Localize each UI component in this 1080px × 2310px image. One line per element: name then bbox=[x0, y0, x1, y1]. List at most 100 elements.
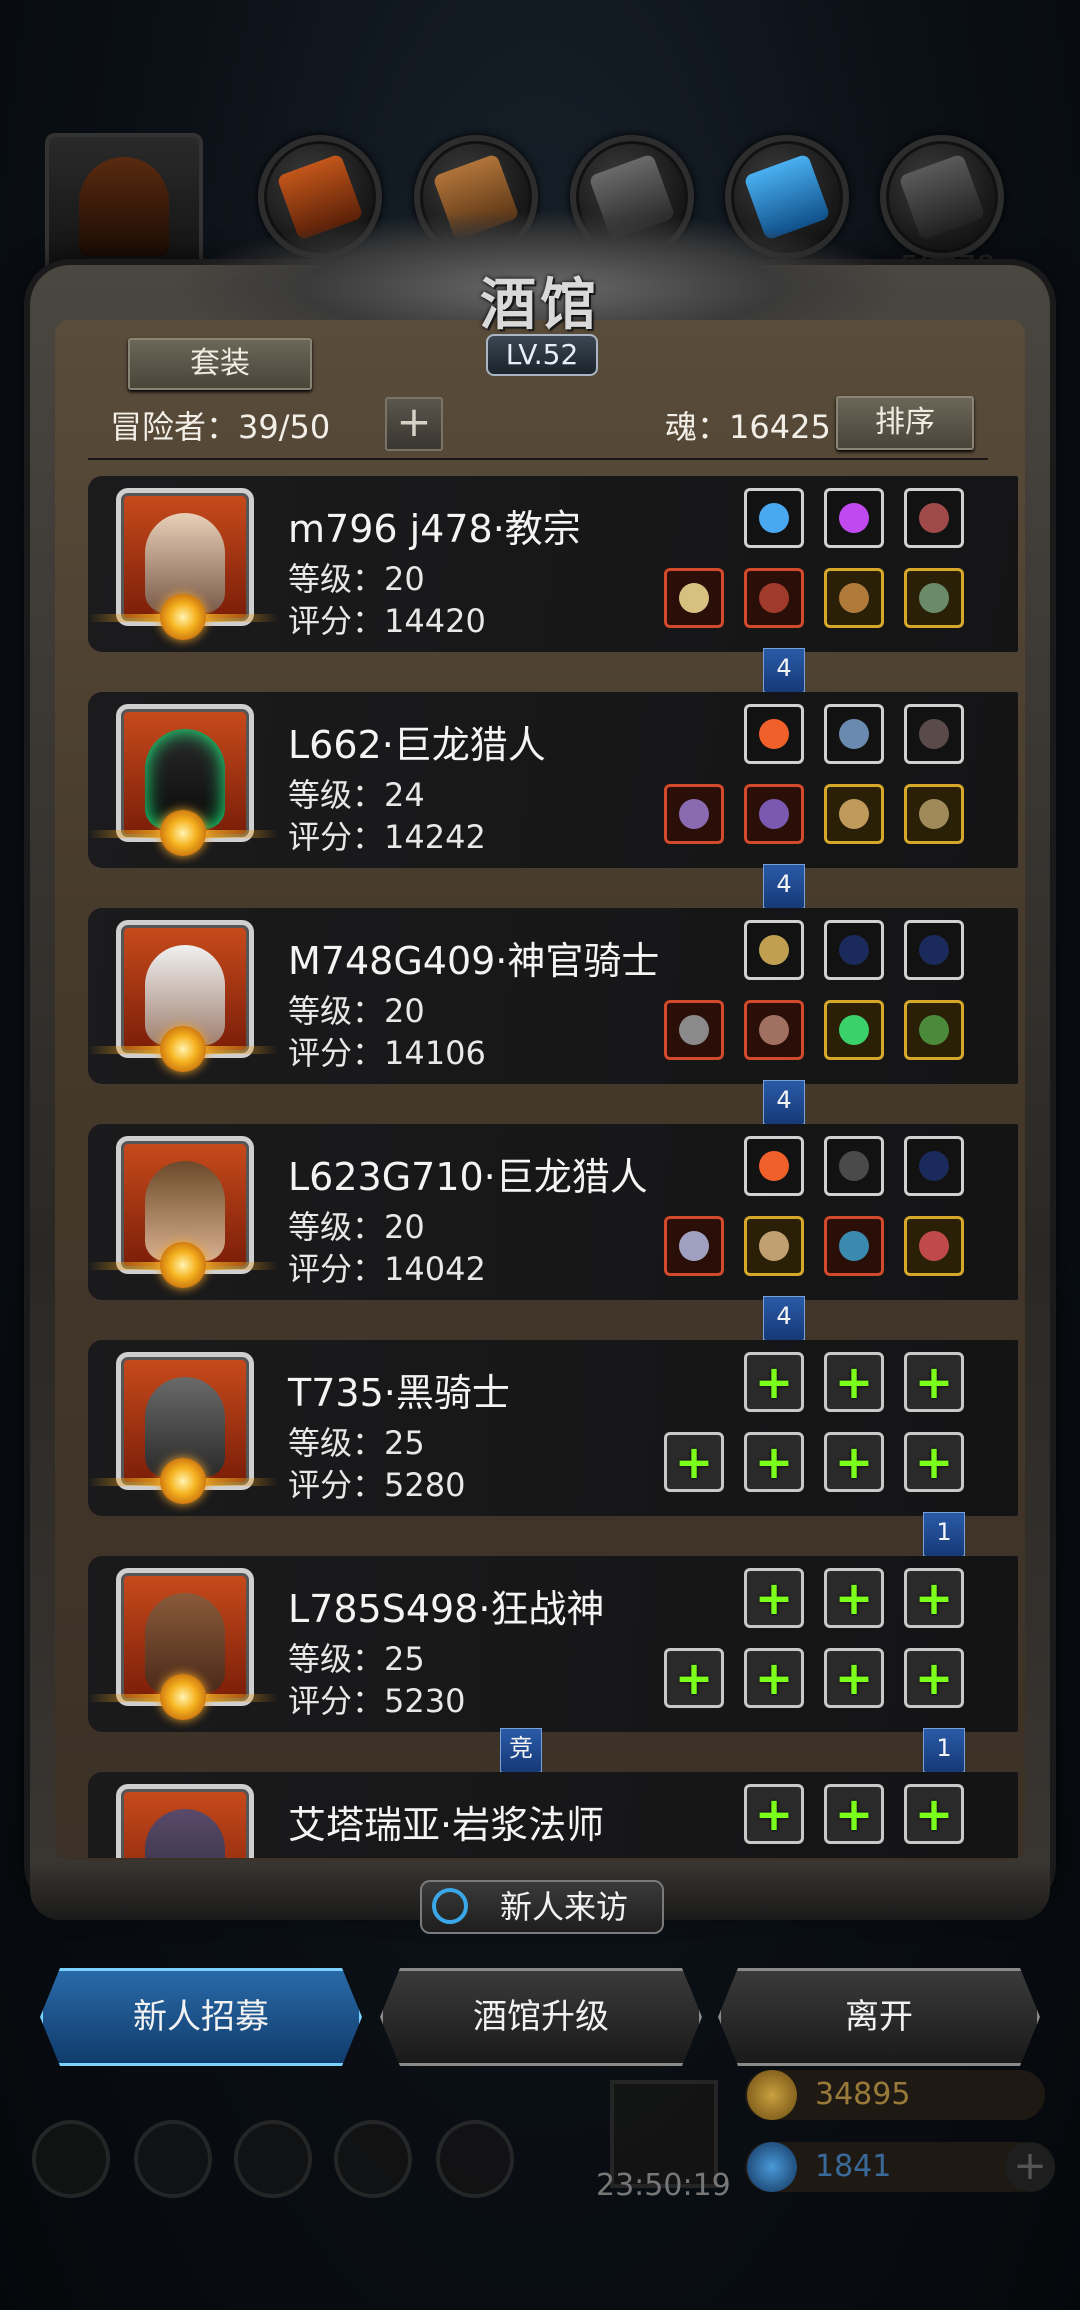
hero-score: 评分：5280 bbox=[288, 1466, 466, 1504]
add-equip-slot[interactable]: + bbox=[904, 1648, 964, 1708]
hero-score: 评分：14042 bbox=[288, 1250, 486, 1288]
leave-button[interactable]: 离开 bbox=[718, 1968, 1040, 2066]
add-equip-slot[interactable]: + bbox=[744, 1432, 804, 1492]
arena-badge: 竞 bbox=[500, 1728, 542, 1783]
bracer-equip-icon[interactable] bbox=[824, 784, 884, 844]
set-button[interactable]: 套装 bbox=[128, 338, 312, 390]
amulet-equip-icon[interactable] bbox=[824, 568, 884, 628]
glove-equip-icon[interactable] bbox=[824, 1136, 884, 1196]
hero-level: 等级：20 bbox=[288, 1208, 425, 1246]
link-badge: 4 bbox=[763, 1296, 805, 1351]
sun-emblem-icon bbox=[88, 804, 278, 864]
bow-equip-icon[interactable] bbox=[904, 1136, 964, 1196]
sun-emblem-icon bbox=[88, 588, 278, 648]
star-icon[interactable] bbox=[134, 2120, 212, 2198]
hero-name: L785S498·狂战神 bbox=[288, 1587, 605, 1631]
new-visitor-button[interactable]: 新人来访 bbox=[420, 1880, 664, 1934]
armor-equip-icon[interactable] bbox=[744, 568, 804, 628]
hero-list[interactable]: m796 j478·教宗 等级：20 评分：14420 4 L662·巨龙猎人 … bbox=[68, 470, 1018, 1858]
necklace-equip-icon[interactable] bbox=[824, 704, 884, 764]
settings-icon[interactable] bbox=[32, 2120, 110, 2198]
hero-name: m796 j478·教宗 bbox=[288, 507, 581, 551]
hero-name: T735·黑骑士 bbox=[288, 1371, 510, 1415]
armor-equip-icon[interactable] bbox=[744, 1216, 804, 1276]
sword-equip-icon[interactable] bbox=[664, 784, 724, 844]
divider bbox=[88, 458, 988, 460]
add-equip-slot[interactable]: + bbox=[664, 1648, 724, 1708]
page-title: 酒馆 bbox=[480, 272, 600, 338]
helmet-equip-icon[interactable] bbox=[744, 920, 804, 980]
plus-icon: + bbox=[834, 1787, 874, 1841]
link-badge: 4 bbox=[763, 864, 805, 919]
hammer-equip-icon[interactable] bbox=[664, 1000, 724, 1060]
hero-card[interactable]: m796 j478·教宗 等级：20 评分：14420 bbox=[88, 476, 1018, 652]
armor-equip-icon[interactable] bbox=[744, 784, 804, 844]
hero-card[interactable]: T735·黑骑士 等级：25 评分：5280 + + + + + + + bbox=[88, 1340, 1018, 1516]
recruit-button[interactable]: 新人招募 bbox=[40, 1968, 362, 2066]
map-icon[interactable] bbox=[436, 2120, 514, 2198]
glove-equip-icon[interactable] bbox=[904, 704, 964, 764]
plus-icon: + bbox=[396, 397, 432, 446]
plus-icon: + bbox=[914, 1355, 954, 1409]
add-equip-slot[interactable]: + bbox=[824, 1648, 884, 1708]
add-equip-slot[interactable]: + bbox=[744, 1784, 804, 1844]
add-equip-slot[interactable]: + bbox=[904, 1432, 964, 1492]
link-badge: 4 bbox=[763, 648, 805, 703]
add-equip-slot[interactable]: + bbox=[824, 1352, 884, 1412]
add-gem-button[interactable]: + bbox=[1005, 2142, 1055, 2192]
add-equip-slot[interactable]: + bbox=[904, 1784, 964, 1844]
emerald-equip-icon[interactable] bbox=[824, 1000, 884, 1060]
fire-equip-icon[interactable] bbox=[744, 704, 804, 764]
plus-icon: + bbox=[914, 1435, 954, 1489]
hero-card[interactable]: L785S498·狂战神 等级：25 评分：5230 + + + + + + + bbox=[88, 1556, 1018, 1732]
hat-equip-icon[interactable] bbox=[904, 488, 964, 548]
add-equip-slot[interactable]: + bbox=[824, 1568, 884, 1628]
sword-equip-icon[interactable] bbox=[664, 1216, 724, 1276]
castle-icon[interactable] bbox=[234, 2120, 312, 2198]
ring-equip-icon[interactable] bbox=[904, 1216, 964, 1276]
plus-icon: + bbox=[834, 1571, 874, 1625]
hero-level: 等级：20 bbox=[288, 560, 425, 598]
add-equip-slot[interactable]: + bbox=[744, 1648, 804, 1708]
ring-equip-icon[interactable] bbox=[904, 784, 964, 844]
bow-equip-icon[interactable] bbox=[904, 920, 964, 980]
boots-equip-icon[interactable] bbox=[824, 1216, 884, 1276]
hero-level: 等级：20 bbox=[288, 992, 425, 1030]
sun-emblem-icon bbox=[88, 1020, 278, 1080]
plus-icon: + bbox=[754, 1651, 794, 1705]
add-equip-slot[interactable]: + bbox=[824, 1784, 884, 1844]
hero-card[interactable]: L662·巨龙猎人 等级：24 评分：14242 bbox=[88, 692, 1018, 868]
sort-button[interactable]: 排序 bbox=[836, 396, 974, 450]
upgrade-tavern-button[interactable]: 酒馆升级 bbox=[380, 1968, 702, 2066]
add-equip-slot[interactable]: + bbox=[824, 1432, 884, 1492]
add-slot-button[interactable]: + bbox=[385, 397, 443, 451]
hero-score: 评分：14420 bbox=[288, 602, 486, 640]
plus-icon: + bbox=[914, 1651, 954, 1705]
orb-equip-icon[interactable] bbox=[744, 488, 804, 548]
add-equip-slot[interactable]: + bbox=[744, 1568, 804, 1628]
hero-card[interactable]: M748G409·神官骑士 等级：20 评分：14106 bbox=[88, 908, 1018, 1084]
add-equip-slot[interactable]: + bbox=[664, 1432, 724, 1492]
hero-card[interactable]: 艾塔瑞亚·岩浆法师 + + + bbox=[88, 1772, 1018, 1858]
plus-icon: + bbox=[674, 1651, 714, 1705]
armor-equip-icon[interactable] bbox=[744, 1000, 804, 1060]
plus-icon: + bbox=[914, 1571, 954, 1625]
add-equip-slot[interactable]: + bbox=[904, 1352, 964, 1412]
pendant-equip-icon[interactable] bbox=[904, 1000, 964, 1060]
fire-equip-icon[interactable] bbox=[744, 1136, 804, 1196]
refresh-icon bbox=[432, 1888, 468, 1924]
bow-equip-icon[interactable] bbox=[824, 920, 884, 980]
add-equip-slot[interactable]: + bbox=[904, 1568, 964, 1628]
add-equip-slot[interactable]: + bbox=[744, 1352, 804, 1412]
hero-score: 评分：14242 bbox=[288, 818, 486, 856]
plus-icon: + bbox=[754, 1435, 794, 1489]
ring-equip-icon[interactable] bbox=[904, 568, 964, 628]
hammer-equip-icon[interactable] bbox=[664, 568, 724, 628]
gem-equip-icon[interactable] bbox=[824, 488, 884, 548]
sun-emblem-icon bbox=[88, 1236, 278, 1296]
hero-card[interactable]: L623G710·巨龙猎人 等级：20 评分：14042 bbox=[88, 1124, 1018, 1300]
plus-icon: + bbox=[834, 1355, 874, 1409]
new-visitor-label: 新人来访 bbox=[500, 1888, 629, 1926]
mail-icon[interactable] bbox=[334, 2120, 412, 2198]
hero-score: 评分：14106 bbox=[288, 1034, 486, 1072]
